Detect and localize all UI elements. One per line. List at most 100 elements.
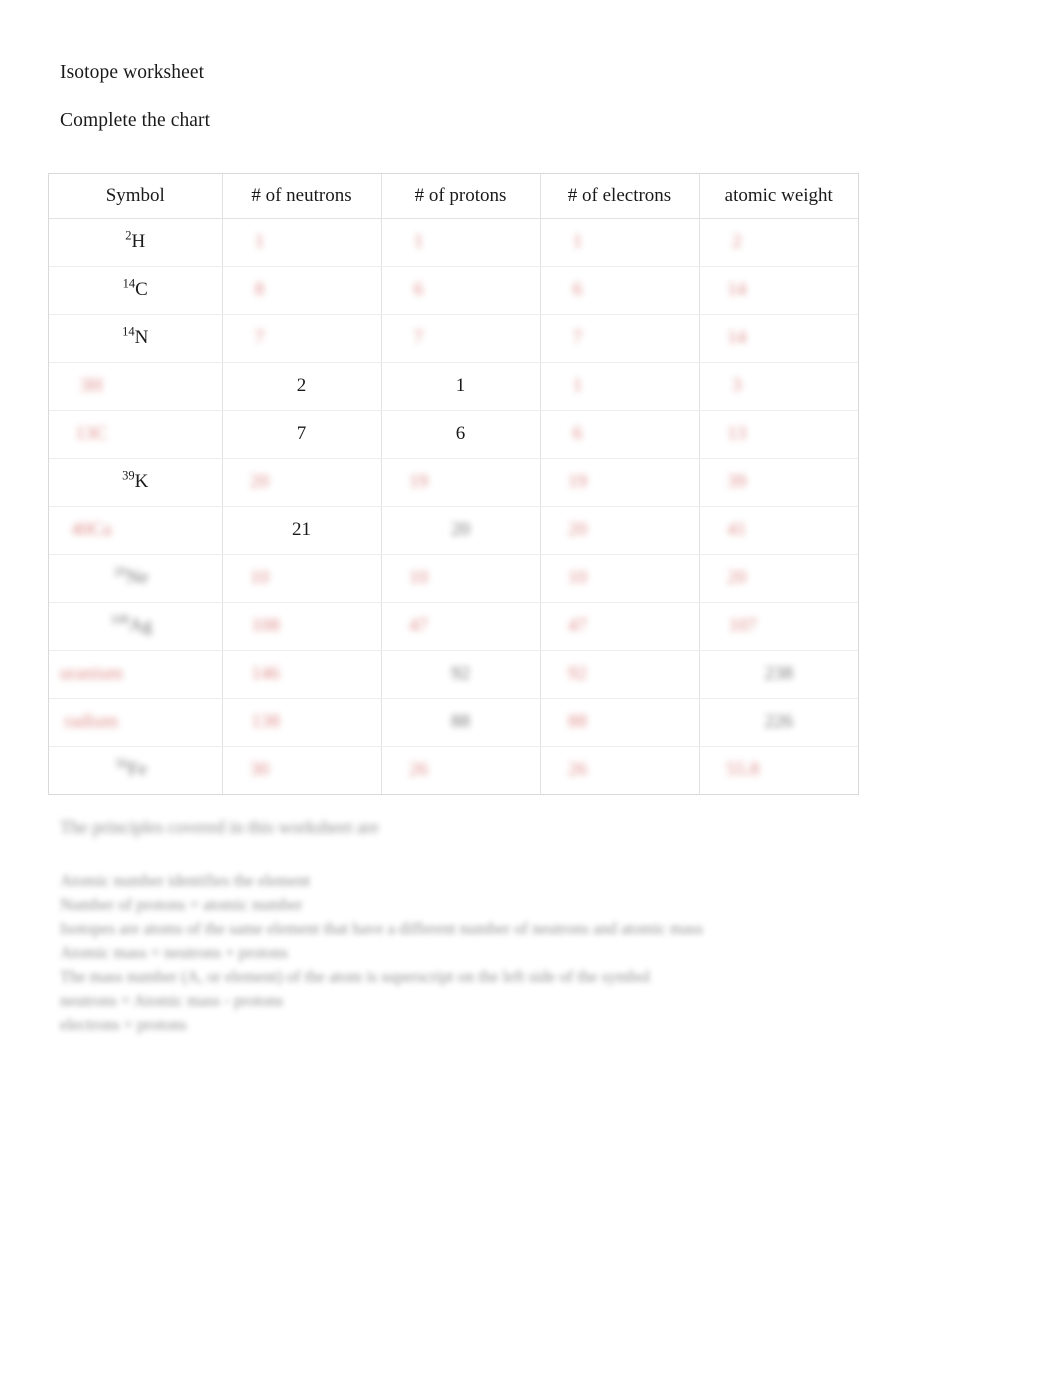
cell-protons[interactable]: 20 bbox=[381, 506, 541, 555]
cell-neutrons-value: 7 bbox=[296, 423, 307, 445]
cell-neutrons-value: 20 bbox=[229, 471, 375, 493]
cell-atomic-weight[interactable]: 238 bbox=[699, 650, 858, 699]
cell-neutrons[interactable]: 7 bbox=[222, 314, 382, 363]
cell-symbol[interactable]: 39K bbox=[49, 458, 223, 507]
redacted-answer: 92 bbox=[451, 663, 470, 685]
cell-neutrons[interactable]: 146 bbox=[222, 650, 382, 699]
cell-atomic-weight-value: 107 bbox=[706, 615, 853, 637]
cell-symbol-value: 20Ne bbox=[55, 565, 216, 589]
cell-atomic-weight[interactable]: 107 bbox=[699, 602, 858, 651]
cell-electrons[interactable]: 20 bbox=[540, 506, 700, 555]
cell-protons[interactable]: 19 bbox=[381, 458, 541, 507]
cell-protons-value: 20 bbox=[388, 519, 534, 541]
cell-neutrons-value: 2 bbox=[296, 375, 307, 397]
redacted-answer: 88 bbox=[568, 711, 587, 733]
cell-protons[interactable]: 88 bbox=[381, 698, 541, 747]
cell-electrons[interactable]: 88 bbox=[540, 698, 700, 747]
cell-neutrons[interactable]: 8 bbox=[222, 266, 382, 315]
cell-neutrons[interactable]: 108 bbox=[222, 602, 382, 651]
cell-electrons[interactable]: 26 bbox=[540, 746, 700, 794]
cell-neutrons[interactable]: 138 bbox=[222, 698, 382, 747]
cell-symbol[interactable]: 20Ne bbox=[49, 554, 223, 603]
redacted-answer: 10 bbox=[250, 567, 269, 589]
cell-protons[interactable]: 47 bbox=[381, 602, 541, 651]
cell-protons[interactable]: 6 bbox=[381, 266, 541, 315]
cell-electrons[interactable]: 6 bbox=[540, 266, 700, 315]
cell-atomic-weight[interactable]: 20 bbox=[699, 554, 858, 603]
cell-atomic-weight[interactable]: 13 bbox=[699, 410, 858, 459]
cell-neutrons-value: 10 bbox=[229, 567, 375, 589]
mass-number-superscript: 14 bbox=[122, 324, 135, 339]
cell-electrons[interactable]: 1 bbox=[540, 362, 700, 411]
cell-protons[interactable]: 26 bbox=[381, 746, 541, 794]
cell-electrons[interactable]: 7 bbox=[540, 314, 700, 363]
cell-symbol[interactable]: radium bbox=[49, 698, 223, 747]
cell-electrons[interactable]: 47 bbox=[540, 602, 700, 651]
notes-line: Atomic mass = neutrons + protons bbox=[60, 942, 289, 962]
cell-atomic-weight[interactable]: 2 bbox=[699, 218, 858, 267]
cell-symbol[interactable]: 3H bbox=[49, 362, 223, 411]
cell-protons[interactable]: 1 bbox=[381, 362, 541, 411]
cell-symbol[interactable]: 56Fe bbox=[49, 746, 223, 794]
cell-symbol[interactable]: 13C bbox=[49, 410, 223, 459]
cell-symbol[interactable]: 108Ag bbox=[49, 602, 223, 651]
cell-atomic-weight[interactable]: 55.8 bbox=[699, 746, 858, 794]
worksheet-page: Isotope worksheet Complete the chart Sym… bbox=[0, 0, 1062, 1377]
cell-symbol[interactable]: 14C bbox=[49, 266, 223, 315]
redacted-answer: 226 bbox=[764, 711, 794, 733]
cell-electrons[interactable]: 92 bbox=[540, 650, 700, 699]
cell-neutrons[interactable]: 10 bbox=[222, 554, 382, 603]
cell-atomic-weight[interactable]: 3 bbox=[699, 362, 858, 411]
redacted-answer: 13C bbox=[75, 423, 108, 445]
cell-symbol[interactable]: 14N bbox=[49, 314, 223, 363]
cell-protons[interactable]: 1 bbox=[381, 218, 541, 267]
cell-atomic-weight[interactable]: 41 bbox=[699, 506, 858, 555]
redacted-answer: 20 bbox=[568, 519, 587, 541]
cell-symbol[interactable]: 2H bbox=[49, 218, 223, 267]
redacted-answer: radium bbox=[64, 711, 119, 733]
redacted-answer: 39 bbox=[727, 471, 747, 493]
cell-symbol-value: 39K bbox=[122, 468, 149, 493]
cell-electrons[interactable]: 1 bbox=[540, 218, 700, 267]
cell-symbol[interactable]: 40Ca bbox=[49, 506, 223, 555]
cell-electrons[interactable]: 10 bbox=[540, 554, 700, 603]
cell-electrons-value: 26 bbox=[547, 759, 693, 781]
cell-neutrons[interactable]: 30 bbox=[222, 746, 382, 794]
redacted-answer: 26 bbox=[409, 759, 428, 781]
redacted-answer: 14 bbox=[727, 327, 747, 349]
redacted-answer: 238 bbox=[764, 663, 794, 685]
cell-neutrons[interactable]: 20 bbox=[222, 458, 382, 507]
table-row: 3H 2 1 1 3 bbox=[49, 362, 858, 411]
table-row: 108Ag 108 47 47 107 bbox=[49, 602, 858, 651]
mass-number-superscript: 39 bbox=[122, 468, 135, 483]
cell-neutrons[interactable]: 2 bbox=[222, 362, 382, 411]
cell-electrons[interactable]: 19 bbox=[540, 458, 700, 507]
cell-protons[interactable]: 10 bbox=[381, 554, 541, 603]
cell-atomic-weight-value: 14 bbox=[706, 327, 853, 349]
cell-atomic-weight[interactable]: 14 bbox=[699, 314, 858, 363]
principles-notes: The principles covered in this worksheet… bbox=[60, 816, 940, 1037]
cell-protons-value: 7 bbox=[388, 327, 534, 349]
cell-electrons[interactable]: 6 bbox=[540, 410, 700, 459]
redacted-answer: 6 bbox=[572, 279, 583, 301]
table-row: 40Ca 21 20 20 41 bbox=[49, 506, 858, 555]
cell-symbol[interactable]: uranium bbox=[49, 650, 223, 699]
cell-protons[interactable]: 7 bbox=[381, 314, 541, 363]
cell-protons-value: 19 bbox=[388, 471, 534, 493]
cell-protons[interactable]: 6 bbox=[381, 410, 541, 459]
cell-atomic-weight[interactable]: 14 bbox=[699, 266, 858, 315]
mass-number-superscript: 56 bbox=[115, 757, 129, 771]
redacted-answer: 10 bbox=[409, 567, 428, 589]
cell-protons-value: 92 bbox=[388, 663, 534, 685]
cell-protons[interactable]: 92 bbox=[381, 650, 541, 699]
cell-atomic-weight[interactable]: 39 bbox=[699, 458, 858, 507]
table-row: radium 138 88 88 226 bbox=[49, 698, 858, 747]
table-row: 14C 8 6 6 14 bbox=[49, 266, 858, 315]
redacted-answer: 13 bbox=[727, 423, 747, 445]
cell-neutrons[interactable]: 1 bbox=[222, 218, 382, 267]
cell-neutrons[interactable]: 7 bbox=[222, 410, 382, 459]
cell-neutrons[interactable]: 21 bbox=[222, 506, 382, 555]
redacted-answer: 7 bbox=[572, 327, 583, 349]
table-row: 14N 7 7 7 14 bbox=[49, 314, 858, 363]
cell-atomic-weight[interactable]: 226 bbox=[699, 698, 858, 747]
